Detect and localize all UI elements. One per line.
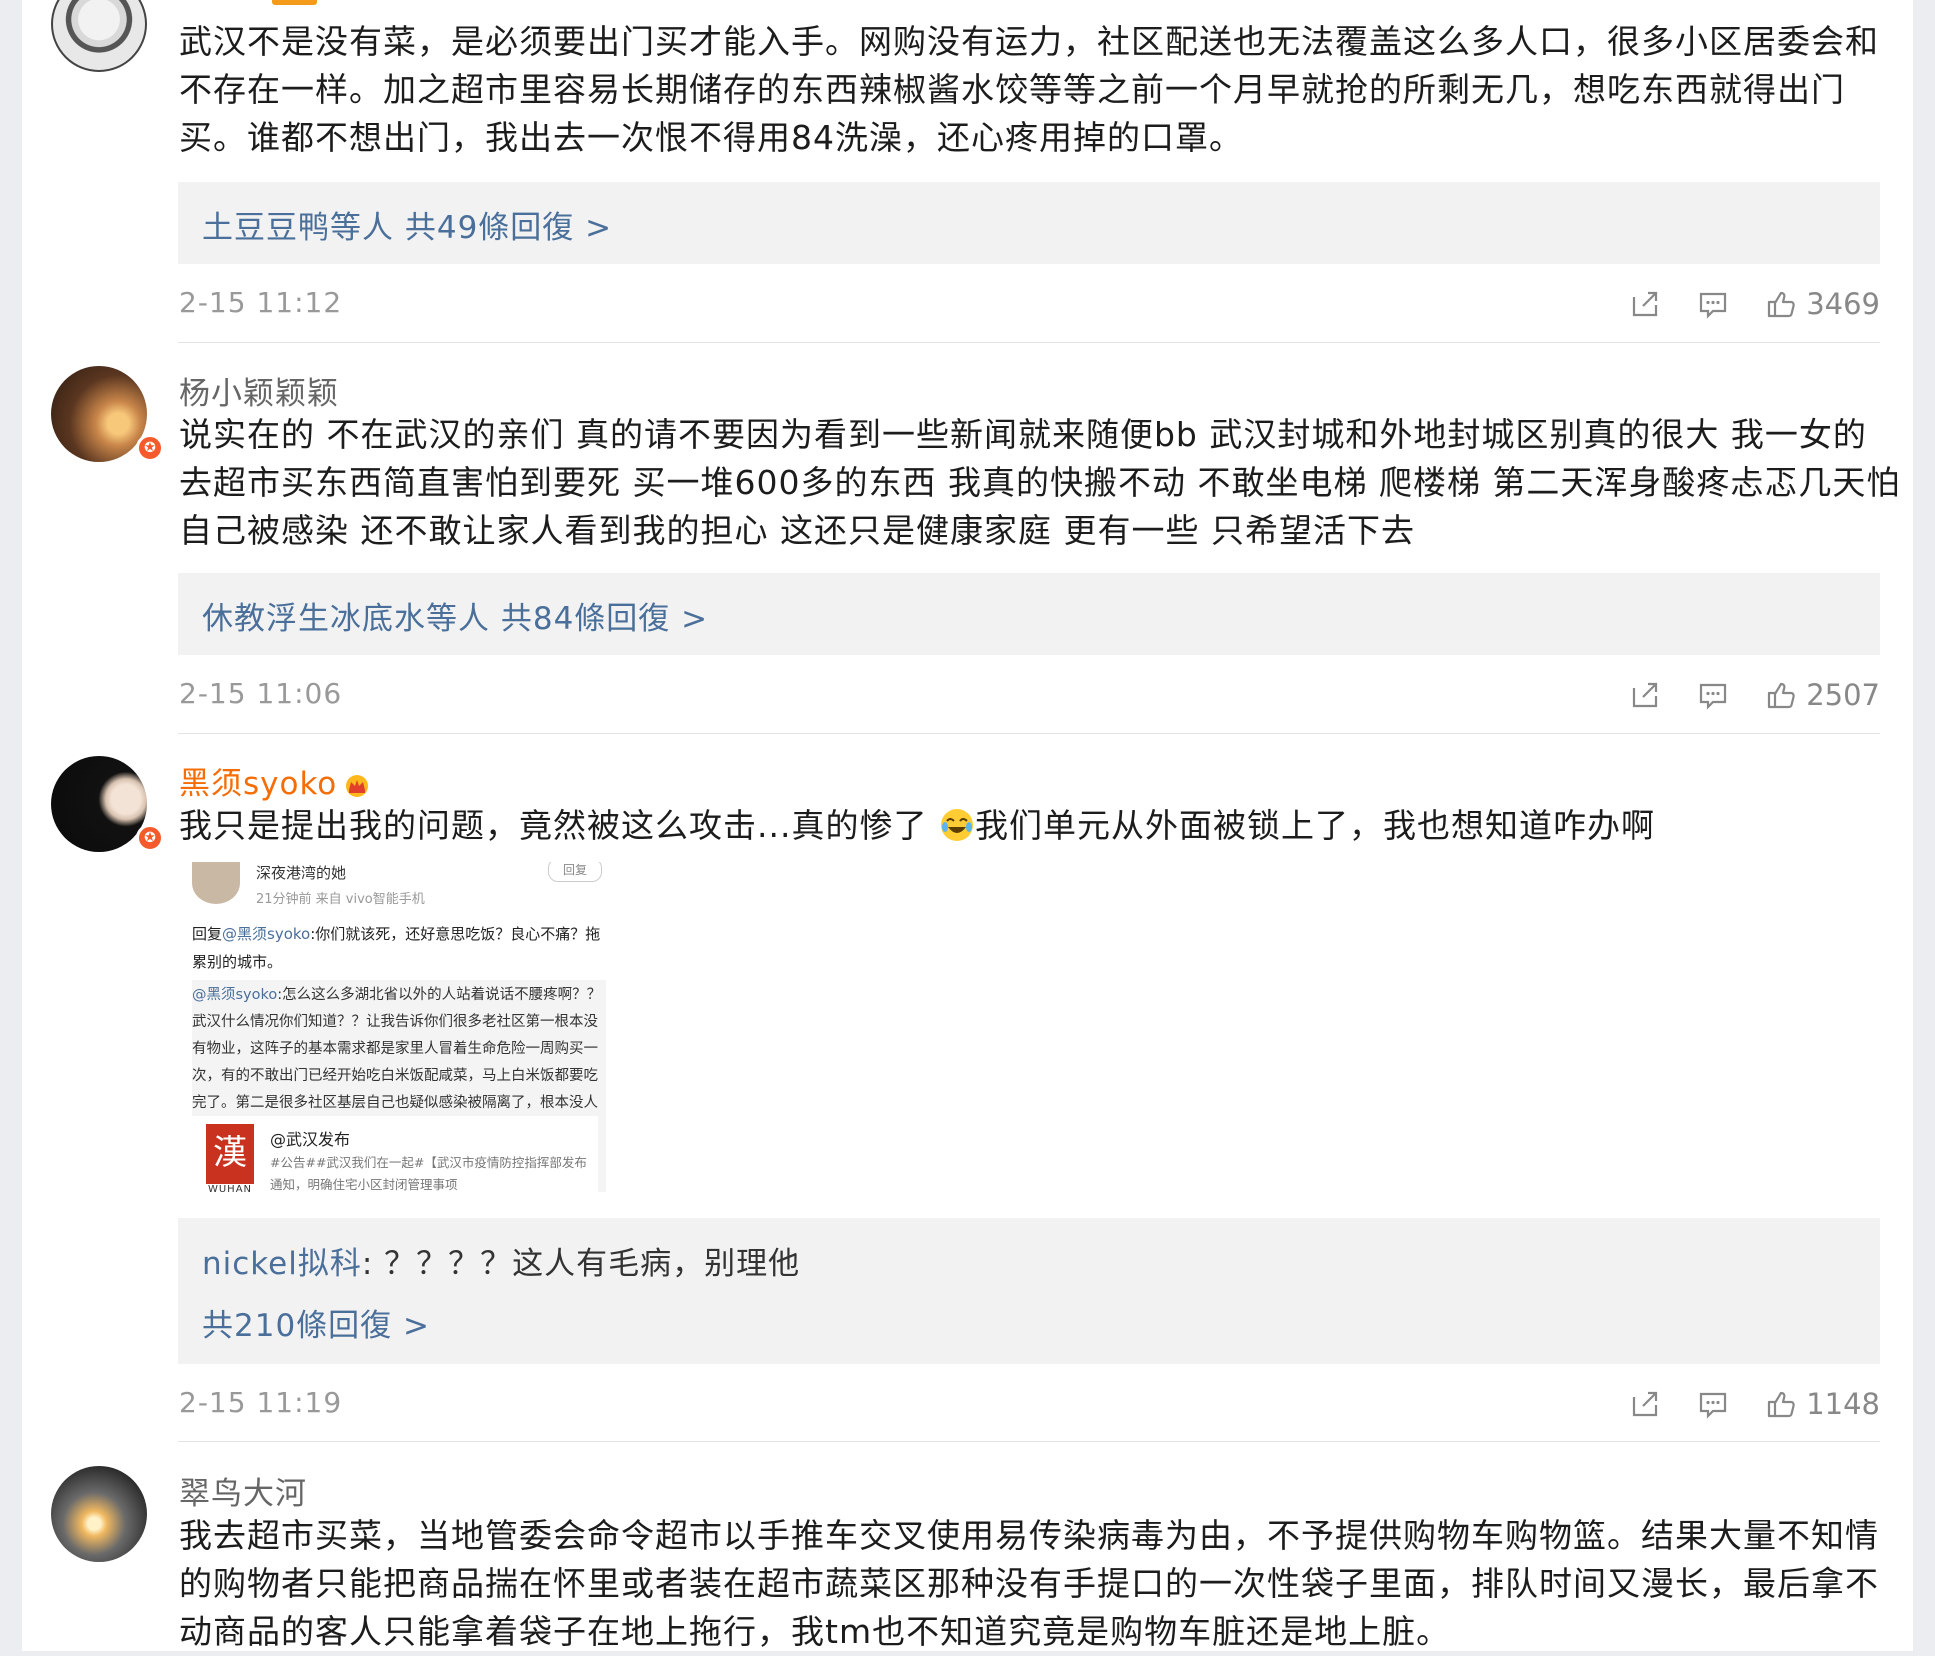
divider — [178, 733, 1880, 734]
like-count: 3469 — [1806, 287, 1880, 321]
comment-actions: 2507 — [1592, 675, 1880, 715]
comment-text-part: 我们单元从外面被锁上了，我也想知道咋办啊 — [974, 806, 1655, 845]
like-icon[interactable] — [1766, 1389, 1796, 1419]
comment-time: 2-15 11:19 — [179, 1386, 343, 1419]
like-icon[interactable] — [1766, 680, 1796, 710]
share-icon[interactable] — [1630, 1389, 1660, 1419]
share-icon[interactable] — [1630, 289, 1660, 319]
like-count: 2507 — [1806, 678, 1880, 712]
comment-actions: 3469 — [1592, 284, 1880, 324]
comment-icon[interactable] — [1698, 1389, 1728, 1419]
comment-text: 武汉不是没有菜，是必须要出门买才能入手。网购没有运力，社区配送也无法覆盖这么多人… — [179, 22, 1879, 157]
like-icon[interactable] — [1766, 289, 1796, 319]
embedded-image[interactable]: 深夜港湾的她 21分钟前 来自 vivo智能手机 回复 回复@黑须syoko:你… — [178, 862, 616, 1192]
comment-text-part: 我只是提出我的问题，竟然被这么攻击...真的惨了 — [179, 806, 928, 845]
reply-summary-link[interactable]: 休教浮生冰底水等人 共84條回復 > — [202, 593, 708, 638]
avatar[interactable] — [51, 0, 147, 72]
embedded-card: 漢 WUHAN @武汉发布 #公告##武汉我们在一起#【武汉市疫情防控指挥部发布… — [192, 1116, 598, 1192]
avatar[interactable] — [51, 366, 147, 462]
reply-names: 土豆豆鸭等人 — [202, 210, 394, 246]
embedded-reply-text: 回复@黑须syoko:你们就该死，还好意思吃饭？良心不痛？拖累别的城市。 — [192, 920, 602, 976]
embedded-card-text: #公告##武汉我们在一起#【武汉市疫情防控指挥部发布通知，明确住宅小区封闭管理事… — [270, 1155, 587, 1192]
reply-names: 休教浮生冰底水等人 — [202, 601, 490, 637]
comment-time: 2-15 11:12 — [179, 286, 343, 319]
reply-total-link[interactable]: 共210條回復 > — [202, 1300, 430, 1345]
username[interactable]: 杨小颖颖颖 — [179, 368, 339, 413]
wuhan-logo-icon: 漢 — [206, 1124, 254, 1184]
reply-summary-box[interactable]: 土豆豆鸭等人 共49條回復 > — [178, 182, 1880, 264]
comment-actions: 1148 — [1592, 1384, 1880, 1424]
weibo-comment-feed: 武汉不是没有菜，是必须要出门买才能入手。网购没有运力，社区配送也无法覆盖这么多人… — [22, 0, 1913, 1651]
avatar[interactable] — [51, 1466, 147, 1562]
share-icon[interactable] — [1630, 680, 1660, 710]
embedded-reply-button: 回复 — [548, 862, 602, 882]
reply-count: 共84條回復 > — [490, 601, 709, 637]
reply-text: : ？？？？这人有毛病，别理他 — [361, 1246, 801, 1282]
like-count: 1148 — [1806, 1387, 1880, 1421]
username[interactable]: 黑须syoko — [179, 766, 337, 802]
embedded-quote: @黑须syoko:怎么这么多湖北省以外的人站着说话不腰疼啊？？武汉什么情况你们知… — [192, 980, 606, 1192]
embedded-mention: @黑须syoko — [192, 987, 278, 1003]
divider — [178, 342, 1880, 343]
embedded-avatar — [192, 862, 240, 904]
avatar[interactable] — [51, 756, 147, 852]
reply-summary-link[interactable]: 土豆豆鸭等人 共49條回復 > — [202, 202, 612, 247]
comment-icon[interactable] — [1698, 680, 1728, 710]
embedded-username: 深夜港湾的她 — [256, 864, 347, 882]
embedded-mention: @黑须syoko — [222, 925, 311, 943]
verified-badge-icon: ✪ — [136, 824, 164, 852]
embedded-meta: 21分钟前 来自 vivo智能手机 — [256, 892, 425, 907]
reply-preview-box[interactable]: nickel拟科: ？？？？这人有毛病，别理他 共210條回復 > — [178, 1218, 1880, 1364]
reply-author[interactable]: nickel拟科 — [202, 1246, 362, 1282]
wuhan-logo-text: WUHAN — [207, 1184, 253, 1192]
comment-icon[interactable] — [1698, 289, 1728, 319]
top-accent-mark — [272, 0, 317, 5]
comment-time: 2-15 11:06 — [179, 677, 343, 710]
reply-preview[interactable]: nickel拟科: ？？？？这人有毛病，别理他 — [202, 1238, 800, 1283]
divider — [178, 1441, 1880, 1442]
reply-summary-box[interactable]: 休教浮生冰底水等人 共84條回復 > — [178, 573, 1880, 655]
comment-text: 说实在的 不在武汉的亲们 真的请不要因为看到一些新闻就来随便bb 武汉封城和外地… — [179, 415, 1901, 550]
embedded-card-title: @武汉发布 — [270, 1130, 351, 1149]
username[interactable]: 翠鸟大河 — [179, 1468, 307, 1513]
embedded-reply-prefix: 回复 — [192, 925, 223, 943]
vip-crown-icon — [346, 774, 369, 797]
comment-text: 我只是提出我的问题，竟然被这么攻击...真的惨了 我们单元从外面被锁上了，我也想… — [179, 802, 1909, 850]
reply-count: 共49條回復 > — [394, 210, 613, 246]
username-row[interactable]: 黑须syoko — [179, 758, 371, 803]
verified-badge-icon: ✪ — [136, 434, 164, 462]
crying-laughing-emoji — [940, 809, 973, 841]
comment-text: 我去超市买菜，当地管委会命令超市以手推车交叉使用易传染病毒为由，不予提供购物车购… — [179, 1516, 1879, 1651]
